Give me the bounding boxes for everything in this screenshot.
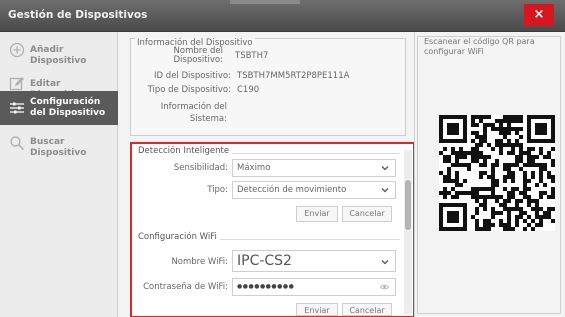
detection-type-label: Tipo: <box>207 185 228 195</box>
sidebar-item-device-config[interactable]: Configuración del Dispositivo <box>0 91 118 125</box>
device-info-group: Información del Dispositivo Nombre del D… <box>130 38 406 136</box>
detection-cancel-button[interactable]: Cancelar <box>342 206 392 222</box>
qr-instruction-text: Escanear el código QR para configurar Wi… <box>424 37 535 56</box>
wifi-password-label: Contraseña de WiFi: <box>143 282 228 292</box>
qr-panel: Escanear el código QR para configurar Wi… <box>414 32 565 317</box>
wifi-send-button[interactable]: Enviar <box>296 303 338 316</box>
system-info-row: Información del Sistema: <box>131 101 401 127</box>
wifi-config-title: Configuración WiFi <box>138 232 220 242</box>
sensitivity-label: Sensibilidad: <box>173 163 228 173</box>
smart-detection-title: Detección Inteligente <box>138 146 233 156</box>
device-name-value: TSBTH7 <box>235 51 269 61</box>
add-circle-icon <box>9 42 25 58</box>
detection-type-select[interactable]: Detección de movimiento <box>232 181 396 199</box>
sidebar-item-add-device[interactable]: Añadir Dispositivo <box>0 34 118 66</box>
wifi-name-value: IPC-CS2 <box>237 253 292 269</box>
device-type-label: Tipo de Dispositivo: <box>147 85 231 95</box>
close-button[interactable]: × <box>524 4 554 26</box>
chevron-down-icon <box>381 260 389 265</box>
window-title: Gestión de Dispositivos <box>8 9 148 21</box>
device-id-row: ID del Dispositivo: TSBTH7MM5RT2P8PE111A <box>131 71 401 83</box>
sensitivity-select[interactable]: Máximo <box>232 159 396 177</box>
sidebar-item-label: Buscar Dispositivo <box>30 137 87 158</box>
device-id-value: TSBTH7MM5RT2P8PE111A <box>237 71 350 81</box>
device-name-row: Nombre del Dispositivo: TSBTH7 <box>131 47 401 69</box>
sliders-icon <box>10 102 24 114</box>
settings-scrollbar[interactable] <box>404 150 412 314</box>
settings-highlight-box: Detección Inteligente Sensibilidad: Máxi… <box>130 142 415 317</box>
wifi-cancel-button[interactable]: Cancelar <box>342 303 392 316</box>
title-bar: Gestión de Dispositivos × <box>0 0 565 32</box>
system-info-label: Información del Sistema: <box>160 102 227 124</box>
sidebar-item-label: Configuración del Dispositivo <box>30 97 106 118</box>
detection-send-button[interactable]: Enviar <box>296 206 338 222</box>
wifi-password-value: ●●●●●●●●●● <box>237 283 295 290</box>
detection-type-selected-value: Detección de movimiento <box>237 185 347 195</box>
chevron-down-icon <box>381 188 389 193</box>
device-management-window: Gestión de Dispositivos × Añadir Disposi… <box>0 0 565 317</box>
wifi-name-select[interactable]: IPC-CS2 <box>232 250 396 272</box>
device-name-label: Nombre del Dispositivo: <box>173 46 223 65</box>
title-bar-decoration <box>230 0 300 4</box>
chevron-down-icon <box>381 166 389 171</box>
eye-icon[interactable] <box>380 283 389 291</box>
device-config-panel: Información del Dispositivo Nombre del D… <box>118 32 415 317</box>
device-type-row: Tipo de Dispositivo: C190 <box>131 85 401 97</box>
search-icon <box>10 136 25 151</box>
device-type-value: C190 <box>237 85 260 95</box>
sensitivity-selected-value: Máximo <box>237 163 271 173</box>
edit-icon <box>9 77 24 91</box>
sidebar-item-search-device[interactable]: Buscar Dispositivo <box>0 128 118 160</box>
device-id-label: ID del Dispositivo: <box>154 71 231 81</box>
wifi-password-input[interactable]: ●●●●●●●●●● <box>232 278 396 296</box>
wifi-qr-code <box>439 115 555 231</box>
sidebar: Añadir Dispositivo Editar Dispositivo Co… <box>0 32 118 317</box>
sidebar-item-label: Añadir Dispositivo <box>30 45 87 66</box>
wifi-name-label: Nombre WiFi: <box>171 257 228 267</box>
scrollbar-thumb[interactable] <box>405 180 411 230</box>
